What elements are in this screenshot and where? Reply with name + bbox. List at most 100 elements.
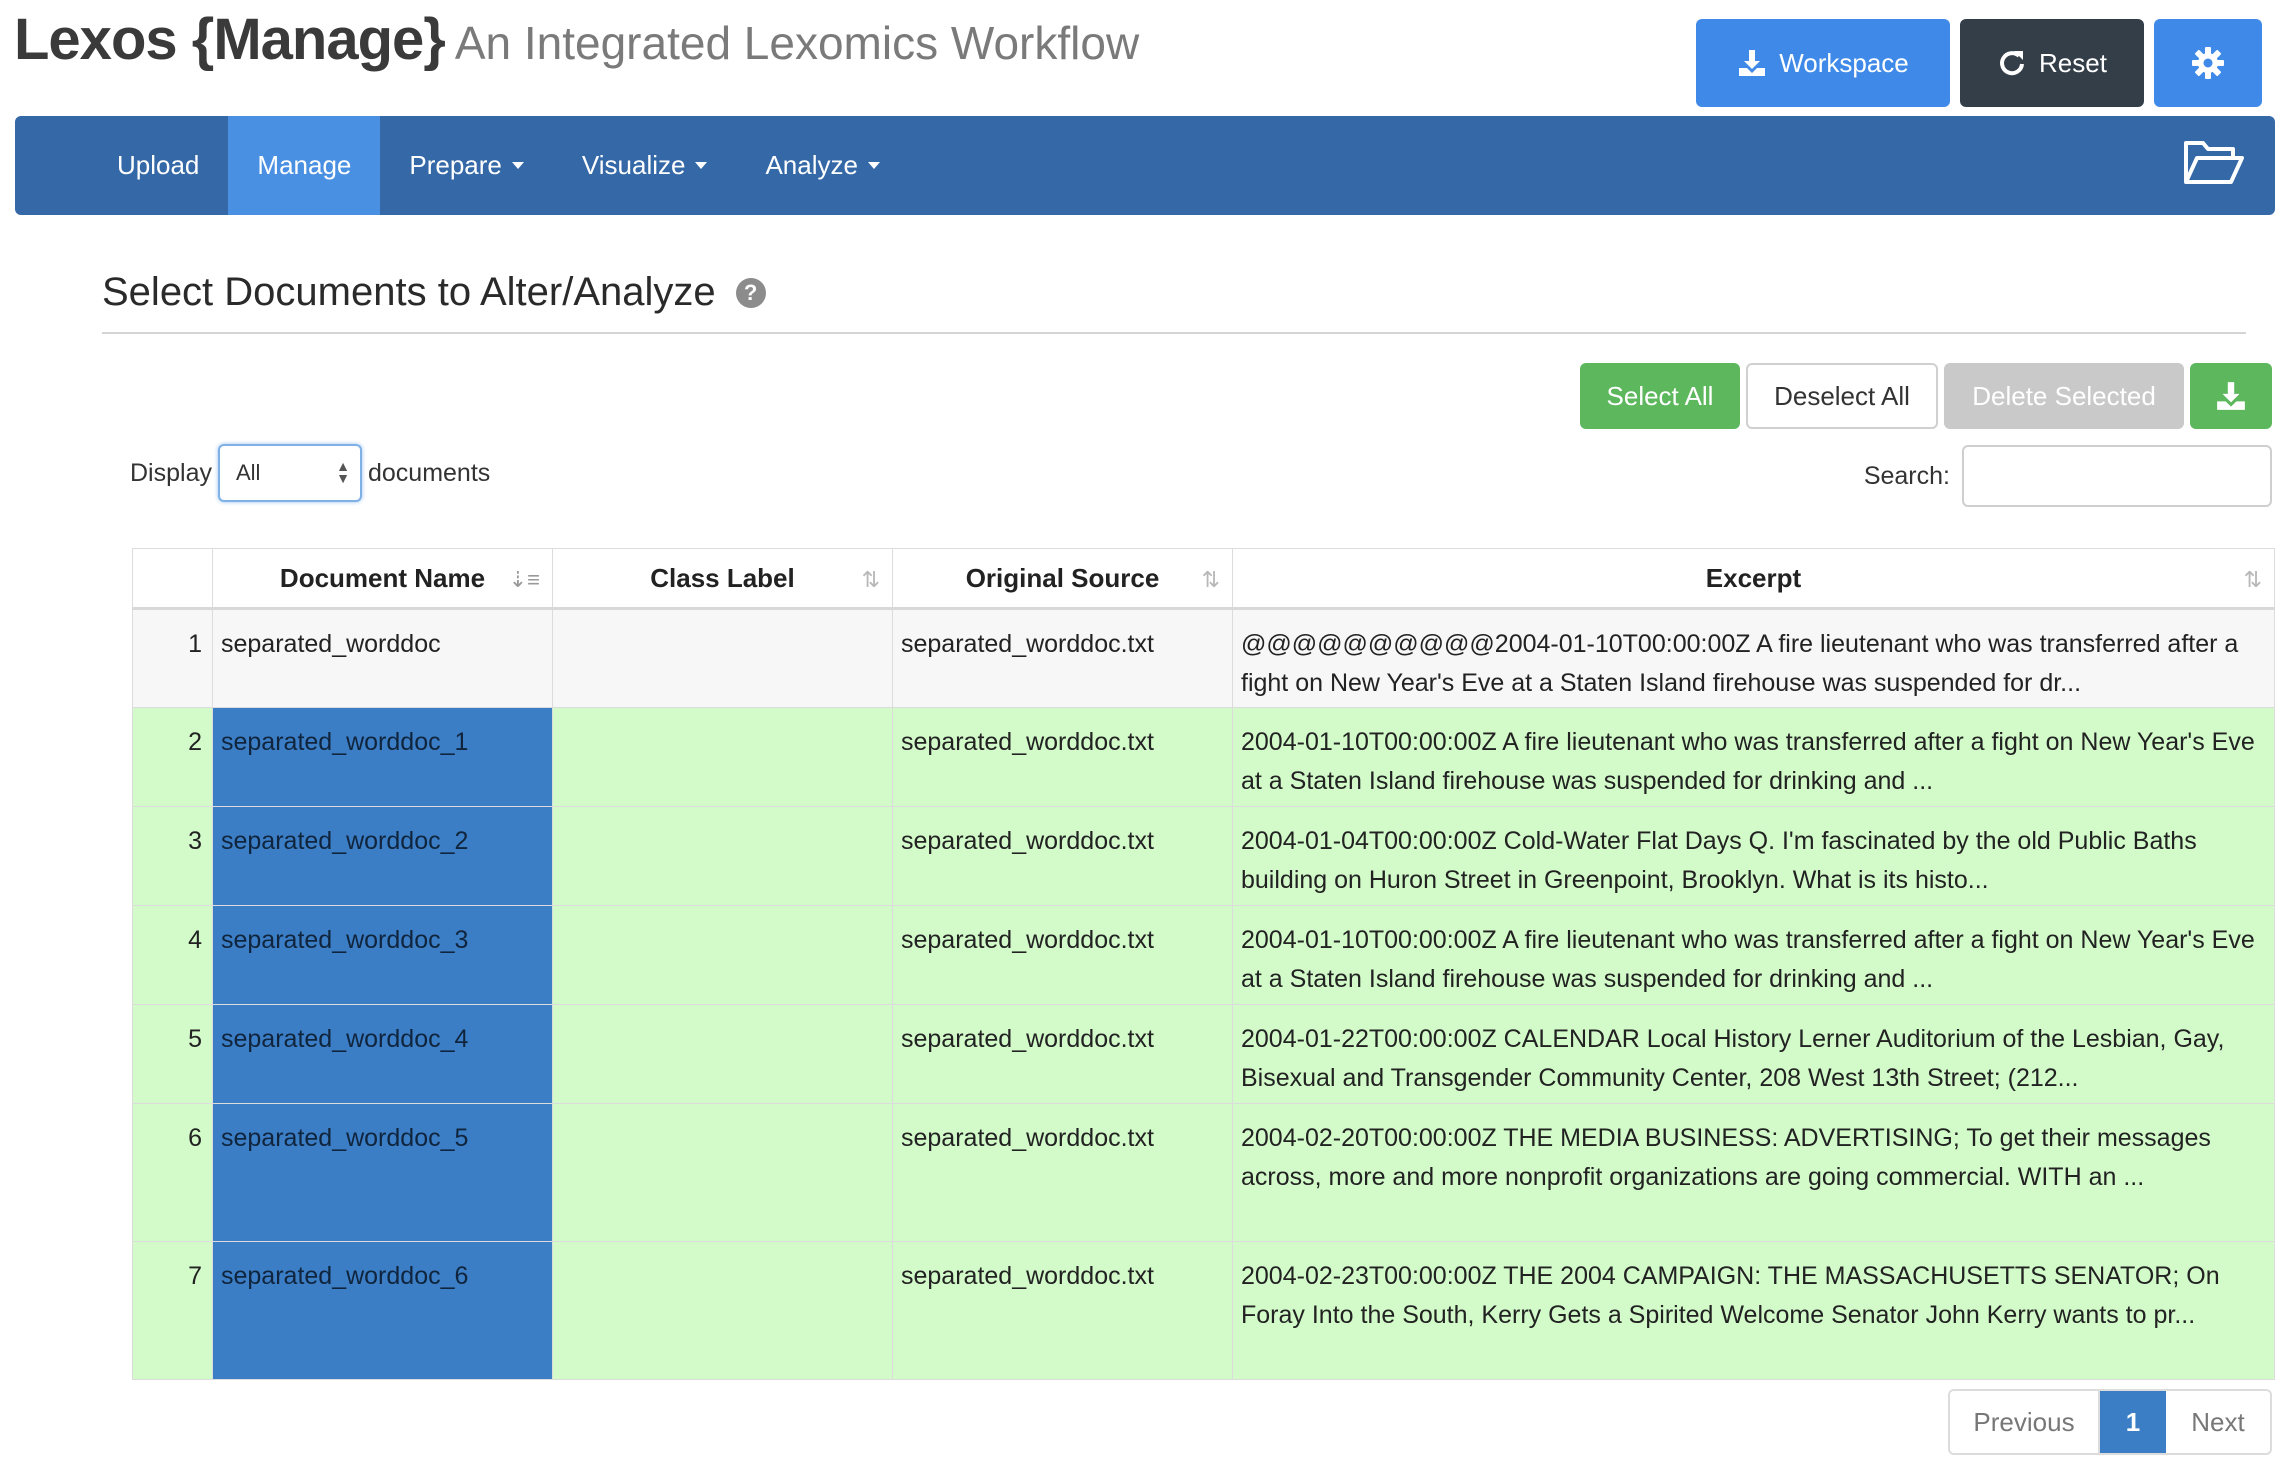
document-name[interactable]: separated_worddoc_1: [212, 707, 553, 807]
nav-prepare-label: Prepare: [409, 150, 502, 180]
document-name[interactable]: separated_worddoc_5: [212, 1103, 553, 1242]
excerpt: 2004-01-10T00:00:00Z A fire lieutenant w…: [1232, 905, 2275, 1005]
caret-down-icon: [695, 162, 708, 169]
settings-button[interactable]: [2154, 19, 2262, 107]
caret-down-icon: [867, 162, 880, 169]
class-label: [552, 806, 893, 906]
display-label: Display: [130, 458, 212, 487]
table-row[interactable]: 4 separated_worddoc_3 separated_worddoc.…: [132, 905, 2275, 1005]
class-label: [552, 1103, 893, 1242]
header-document-name[interactable]: Document Name ⇣≡: [212, 548, 553, 610]
workspace-button[interactable]: Workspace: [1696, 19, 1950, 107]
nav-prepare[interactable]: Prepare: [380, 116, 553, 215]
documents-table: Document Name ⇣≡ Class Label ⇅ Original So…: [132, 548, 2275, 1380]
class-label: [552, 1004, 893, 1104]
nav-analyze[interactable]: Analyze: [736, 116, 909, 215]
excerpt: 2004-01-04T00:00:00Z Cold-Water Flat Day…: [1232, 806, 2275, 906]
search-label: Search:: [1863, 461, 1950, 490]
section-title: Select Documents to Alter/Analyze ?: [102, 270, 766, 315]
sort-icon: ⇅: [861, 567, 880, 592]
document-name[interactable]: separated_worddoc_3: [212, 905, 553, 1005]
row-number: 3: [132, 806, 213, 906]
original-source: separated_worddoc.txt: [892, 608, 1233, 708]
table-row[interactable]: 3 separated_worddoc_2 separated_worddoc.…: [132, 806, 2275, 906]
top-button-group: Workspace Reset: [1696, 19, 2262, 107]
caret-down-icon: [511, 162, 524, 169]
original-source: separated_worddoc.txt: [892, 806, 1233, 906]
header-excerpt-label: Excerpt: [1705, 562, 1802, 593]
nav-upload[interactable]: Upload: [88, 116, 228, 215]
table-row[interactable]: 6 separated_worddoc_5 separated_worddoc.…: [132, 1103, 2275, 1242]
search-input[interactable]: [1962, 445, 2272, 507]
section-divider: [102, 332, 2246, 334]
search-control: Search:: [1864, 445, 2272, 507]
brand-subtitle: An Integrated Lexomics Workflow: [454, 17, 1140, 69]
class-label: [552, 608, 893, 708]
download-icon: [1739, 50, 1766, 76]
original-source: separated_worddoc.txt: [892, 1241, 1233, 1380]
display-count-select[interactable]: All ▲ ▼: [217, 444, 362, 502]
row-number: 6: [132, 1103, 213, 1242]
workspace-label: Workspace: [1779, 47, 1909, 78]
deselect-all-button[interactable]: Deselect All: [1746, 363, 1938, 429]
refresh-icon: [2000, 51, 2025, 76]
reset-label: Reset: [2039, 47, 2107, 78]
row-number: 1: [132, 608, 213, 708]
download-button[interactable]: [2190, 363, 2272, 429]
original-source: separated_worddoc.txt: [892, 1004, 1233, 1104]
row-number: 7: [132, 1241, 213, 1380]
excerpt: 2004-02-23T00:00:00Z THE 2004 CAMPAIGN: …: [1232, 1241, 2275, 1380]
class-label: [552, 707, 893, 807]
help-icon[interactable]: ?: [735, 277, 766, 308]
row-number: 4: [132, 905, 213, 1005]
main-navbar: Upload Manage Prepare Visualize Analyze: [15, 116, 2275, 215]
next-page-button[interactable]: Next: [2166, 1391, 2270, 1453]
document-name[interactable]: separated_worddoc_2: [212, 806, 553, 906]
excerpt: 2004-01-22T00:00:00Z CALENDAR Local Hist…: [1232, 1004, 2275, 1104]
reset-button[interactable]: Reset: [1960, 19, 2144, 107]
select-arrows-icon: ▲ ▼: [336, 458, 350, 486]
brand-title: Lexos {Manage}: [14, 7, 446, 72]
sort-icon: ⇅: [2243, 567, 2262, 592]
current-page-button[interactable]: 1: [2100, 1391, 2166, 1453]
excerpt: 2004-02-20T00:00:00Z THE MEDIA BUSINESS:…: [1232, 1103, 2275, 1242]
nav-visualize-label: Visualize: [581, 150, 686, 180]
header-index: [132, 548, 213, 610]
app-header: Lexos {Manage} An Integrated Lexomics Wor…: [14, 0, 2274, 110]
select-all-button[interactable]: Select All: [1580, 363, 1740, 429]
pagination: Previous 1 Next: [1948, 1389, 2272, 1455]
class-label: [552, 1241, 893, 1380]
row-number: 2: [132, 707, 213, 807]
brand: Lexos {Manage} An Integrated Lexomics Wor…: [14, 6, 1139, 73]
gear-icon: [2192, 47, 2224, 79]
sort-ascending-icon: ⇣≡: [508, 567, 540, 592]
header-original-source-label: Original Source: [965, 562, 1160, 593]
folder-open-icon[interactable]: [2183, 138, 2245, 193]
table-row[interactable]: 1 separated_worddoc separated_worddoc.tx…: [132, 608, 2275, 708]
table-row[interactable]: 5 separated_worddoc_4 separated_worddoc.…: [132, 1004, 2275, 1104]
nav-items: Upload Manage Prepare Visualize Analyze: [88, 116, 909, 215]
previous-page-button[interactable]: Previous: [1950, 1391, 2100, 1453]
download-icon: [2217, 382, 2245, 410]
nav-manage[interactable]: Manage: [228, 116, 381, 215]
table-row[interactable]: 2 separated_worddoc_1 separated_worddoc.…: [132, 707, 2275, 807]
document-name[interactable]: separated_worddoc: [212, 608, 553, 708]
excerpt: @@@@@@@@@@2004-01-10T00:00:00Z A fire li…: [1232, 608, 2275, 708]
section-title-text: Select Documents to Alter/Analyze: [102, 270, 716, 314]
original-source: separated_worddoc.txt: [892, 905, 1233, 1005]
header-excerpt[interactable]: Excerpt ⇅: [1232, 548, 2275, 610]
header-original-source[interactable]: Original Source ⇅: [892, 548, 1233, 610]
header-class-label-label: Class Label: [650, 562, 795, 593]
document-name[interactable]: separated_worddoc_6: [212, 1241, 553, 1380]
sort-icon: ⇅: [1201, 567, 1220, 592]
header-class-label[interactable]: Class Label ⇅: [552, 548, 893, 610]
delete-selected-button[interactable]: Delete Selected: [1944, 363, 2184, 429]
display-suffix: documents: [367, 458, 491, 487]
header-document-name-label: Document Name: [279, 562, 486, 593]
excerpt: 2004-01-10T00:00:00Z A fire lieutenant w…: [1232, 707, 2275, 807]
document-name[interactable]: separated_worddoc_4: [212, 1004, 553, 1104]
original-source: separated_worddoc.txt: [892, 1103, 1233, 1242]
nav-visualize[interactable]: Visualize: [553, 116, 737, 215]
table-row[interactable]: 7 separated_worddoc_6 separated_worddoc.…: [132, 1241, 2275, 1380]
table-header-row: Document Name ⇣≡ Class Label ⇅ Original So…: [132, 548, 2275, 610]
